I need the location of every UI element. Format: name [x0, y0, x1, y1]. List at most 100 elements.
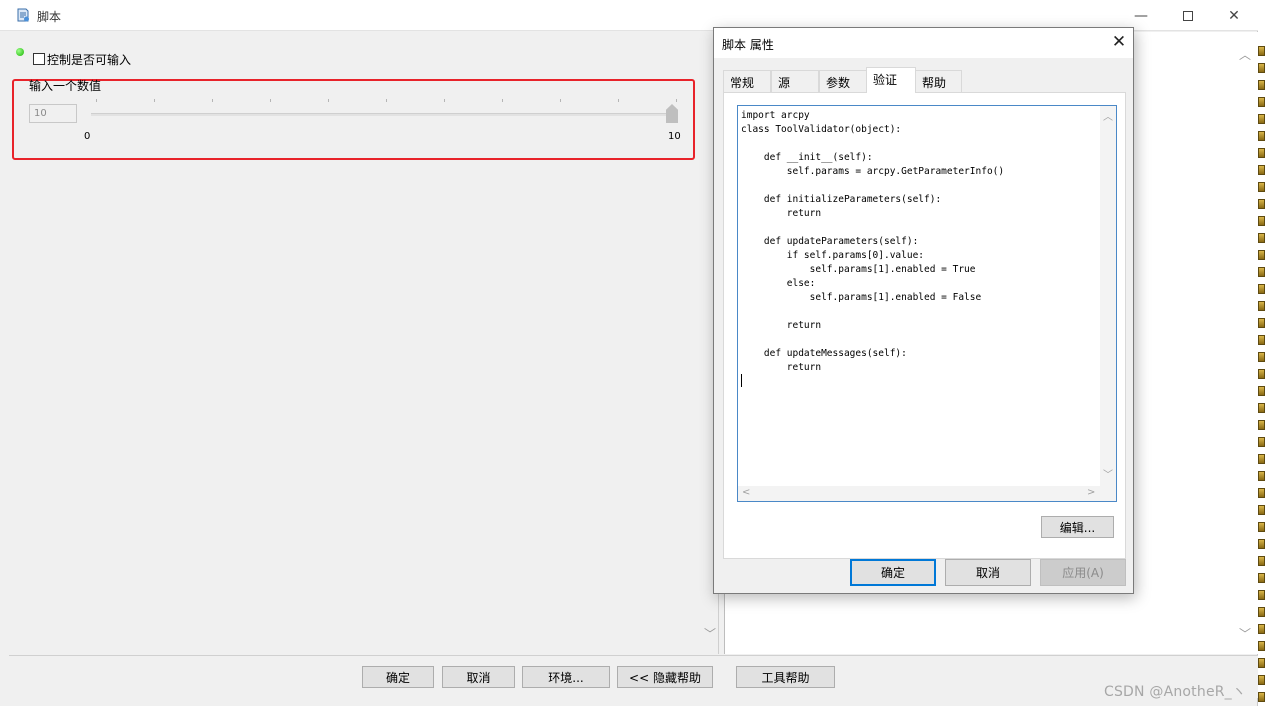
folder-icon [1258, 386, 1265, 396]
folder-icon [1258, 250, 1265, 260]
folder-icon [1258, 505, 1265, 515]
maximize-icon [1183, 10, 1193, 21]
folder-icon [1258, 284, 1265, 294]
dialog-cancel-button[interactable]: 取消 [945, 559, 1031, 586]
scroll-up-icon[interactable]: ︿ [1239, 46, 1251, 63]
folder-icon [1258, 675, 1265, 685]
folder-icon [1258, 454, 1265, 464]
script-properties-dialog: 脚本 属性 ✕ 常规 源 参数 验证 帮助 import arcpy class… [713, 27, 1134, 594]
folder-icon [1258, 267, 1265, 277]
tool-help-button[interactable]: 工具帮助 [736, 666, 835, 688]
slider-tick [502, 99, 503, 102]
folder-icon [1258, 641, 1265, 651]
folder-icon [1258, 131, 1265, 141]
scroll-left-icon[interactable]: < [742, 487, 750, 498]
slider-tick [270, 99, 271, 102]
dialog-ok-button[interactable]: 确定 [850, 559, 936, 586]
folder-icon [1258, 46, 1265, 56]
slider-track[interactable] [91, 113, 678, 116]
slider-tick [386, 99, 387, 102]
script-app-icon [17, 8, 29, 22]
folder-icon [1258, 165, 1265, 175]
tab-validation[interactable]: 验证 [866, 67, 916, 93]
slider-tick [676, 99, 677, 102]
scroll-down-icon[interactable]: ﹀ [1239, 625, 1251, 642]
folder-icon [1258, 216, 1265, 226]
highlight-box [12, 79, 695, 160]
folder-icon [1258, 420, 1265, 430]
scroll-up-icon[interactable]: ︿ [1103, 108, 1113, 123]
checkbox-label[interactable]: 控制是否可输入 [47, 51, 131, 68]
dialog-title: 脚本 属性 [722, 38, 774, 52]
screen: 脚本 — ✕ ︿ ﹀ ﹀ 控制是否可输入 输入一个数值 10 0 10 确定 取… [0, 0, 1265, 706]
close-icon: ✕ [1228, 7, 1240, 24]
edit-button[interactable]: 编辑... [1041, 516, 1114, 538]
folder-icon [1258, 556, 1265, 566]
text-caret [741, 374, 742, 387]
folder-icon [1258, 335, 1265, 345]
folder-icon [1258, 403, 1265, 413]
tab-general[interactable]: 常规 [723, 70, 771, 92]
folder-icon [1258, 97, 1265, 107]
validation-code-editor[interactable]: import arcpy class ToolValidator(object)… [737, 105, 1117, 502]
folder-icon [1258, 301, 1265, 311]
dialog-titlebar: 脚本 属性 ✕ [714, 28, 1133, 58]
background-app-strip [1258, 32, 1265, 706]
folder-icon [1258, 182, 1265, 192]
close-button[interactable]: ✕ [1211, 0, 1257, 31]
folder-icon [1258, 63, 1265, 73]
folder-icon [1258, 624, 1265, 634]
folder-icon [1258, 233, 1265, 243]
folder-icon [1258, 522, 1265, 532]
slider-tick [444, 99, 445, 102]
folder-icon [1258, 80, 1265, 90]
folder-icon [1258, 590, 1265, 600]
cancel-button[interactable]: 取消 [442, 666, 515, 688]
folder-icon [1258, 199, 1265, 209]
slider-min-label: 0 [84, 131, 91, 142]
status-dot-icon [16, 48, 24, 56]
bottom-button-bar: 确定 取消 环境... << 隐藏帮助 工具帮助 [9, 655, 1258, 698]
slider-tick [618, 99, 619, 102]
environments-button[interactable]: 环境... [522, 666, 610, 688]
slider-tick [212, 99, 213, 102]
scroll-right-icon[interactable]: > [1087, 487, 1095, 498]
folder-icon [1258, 148, 1265, 158]
tab-source[interactable]: 源 [771, 70, 819, 92]
scroll-down-icon[interactable]: ﹀ [704, 625, 716, 642]
hide-help-button[interactable]: << 隐藏帮助 [617, 666, 713, 688]
folder-icon [1258, 369, 1265, 379]
slider-tick [560, 99, 561, 102]
tab-help[interactable]: 帮助 [915, 70, 962, 92]
horizontal-scrollbar[interactable]: < > [738, 486, 1116, 501]
minimize-icon: — [1134, 7, 1148, 24]
ok-button[interactable]: 确定 [362, 666, 434, 688]
scroll-down-icon[interactable]: ﹀ [1103, 466, 1113, 481]
folder-icon [1258, 607, 1265, 617]
code-text[interactable]: import arcpy class ToolValidator(object)… [741, 109, 1101, 487]
number-input[interactable]: 10 [29, 104, 77, 123]
watermark: CSDN @AnotheR_ヽ [1104, 684, 1247, 700]
window-title: 脚本 [37, 10, 62, 24]
vertical-scrollbar[interactable]: ︿ ﹀ [1100, 106, 1116, 486]
dialog-apply-button[interactable]: 应用(A) [1040, 559, 1126, 586]
slider-max-label: 10 [668, 131, 681, 142]
folder-icon [1258, 437, 1265, 447]
folder-icon [1258, 539, 1265, 549]
folder-icon [1258, 692, 1265, 702]
slider-tick [154, 99, 155, 102]
folder-icon [1258, 352, 1265, 362]
folder-icon [1258, 573, 1265, 583]
slider-tick [328, 99, 329, 102]
folder-icon [1258, 471, 1265, 481]
close-icon[interactable]: ✕ [1108, 31, 1130, 53]
folder-icon [1258, 658, 1265, 668]
folder-icon [1258, 488, 1265, 498]
maximize-button[interactable] [1165, 0, 1211, 31]
enable-input-checkbox[interactable] [33, 53, 45, 65]
folder-icon [1258, 318, 1265, 328]
folder-icon [1258, 114, 1265, 124]
tab-parameters[interactable]: 参数 [819, 70, 867, 92]
parameter-label: 输入一个数值 [29, 79, 102, 93]
slider-tick [96, 99, 97, 102]
